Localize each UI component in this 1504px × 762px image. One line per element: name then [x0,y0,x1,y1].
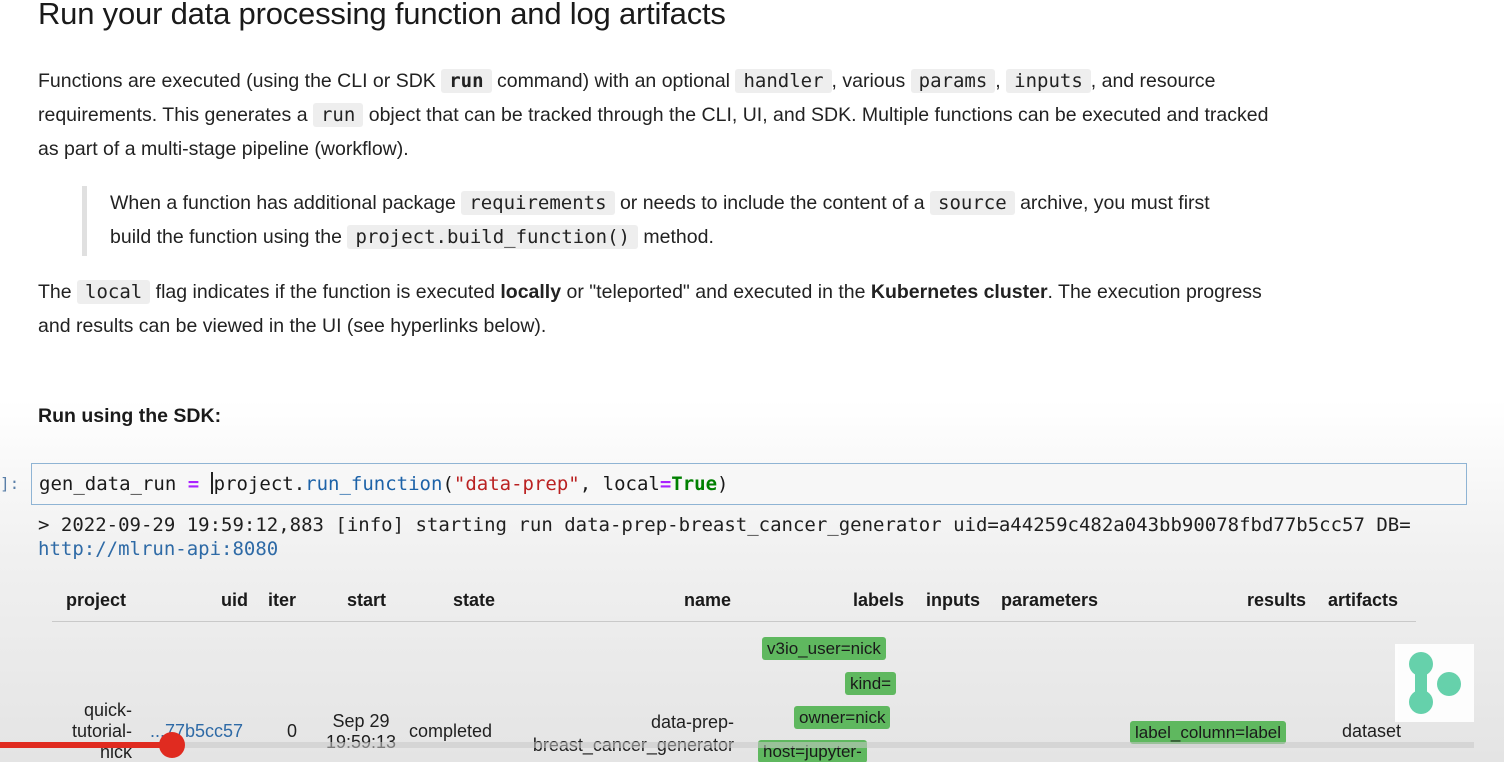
text: requirements. This generates a [38,104,308,126]
inline-code-local: local [77,280,151,304]
inline-code-handler: handler [735,69,832,93]
text: . The execution progress [1047,281,1262,303]
note-blockquote: When a function has additional package r… [82,186,1382,256]
inline-code-run: run [312,103,364,127]
text: or needs to include the content of a [619,192,925,214]
text: When a function has additional package [110,192,456,214]
code-method: run_function [305,473,443,495]
local-flag-paragraph-line-1: The local flag indicates if the function… [38,275,1262,309]
intro-paragraph-line-3: as part of a multi-stage pipeline (workf… [38,138,409,160]
start-date: Sep 29 [332,711,390,731]
text: flag indicates if the function is execut… [155,281,495,303]
text: archive, you must first [1020,192,1210,214]
col-header-results: results [1247,590,1307,610]
bold-locally: locally [500,281,562,303]
project-line: quick- [83,700,132,720]
text: , and resource [1090,70,1216,92]
col-header-artifacts: artifacts [1328,590,1399,610]
code-paren: ) [717,473,729,495]
video-scrubber-handle[interactable] [159,732,185,758]
inline-code-run: run [441,69,492,93]
label-badge: owner=nick [794,706,891,729]
notebook-page: Run your data processing function and lo… [0,0,1504,762]
inline-code-requirements: requirements [461,191,615,215]
text: command) with an optional [496,70,731,92]
text: Functions are executed (using the CLI or… [38,70,436,92]
logo-icon [1409,652,1461,714]
col-header-name: name [684,590,732,610]
text: , [995,70,1001,92]
code-paren: ( [442,473,454,495]
inline-code-params: params [910,69,996,93]
label-badge: kind= [845,672,897,695]
channel-logo [1395,644,1474,722]
text: object that can be tracked through the C… [368,104,1269,126]
text: or "teleported" and executed in the [566,281,866,303]
name-line: data-prep- [650,712,734,732]
cell-iter: 0 [287,721,298,741]
inline-code-source: source [930,191,1015,215]
table-header-divider [52,621,1416,622]
cell-state: completed [409,721,493,741]
output-db-link[interactable]: http://mlrun-api:8080 [38,538,278,560]
col-header-parameters: parameters [1001,590,1099,610]
inline-code-build-function: project.build_function() [347,225,638,249]
col-header-inputs: inputs [926,590,980,610]
code-var: gen_data_run [39,473,177,495]
inline-code-inputs: inputs [1006,69,1091,93]
text: The [38,281,72,303]
output-log-line: > 2022-09-29 19:59:12,883 [info] startin… [38,514,1411,536]
code-operator: = [187,473,200,495]
code-string: "data-prep" [453,473,580,495]
local-flag-paragraph-line-2: and results can be viewed in the UI (see… [38,315,547,337]
code-text: , local [579,473,660,495]
code-object: project [213,473,294,495]
page-title: Run your data processing function and lo… [38,0,726,31]
bold-kubernetes-cluster: Kubernetes cluster [870,281,1048,303]
cell-artifacts: dataset [1342,721,1402,741]
col-header-state: state [453,590,496,610]
code-operator: = [659,473,672,495]
video-progress-fill [0,742,172,748]
intro-paragraph-line-1: Functions are executed (using the CLI or… [38,64,1215,98]
project-line: tutorial- [71,721,132,741]
text: , various [831,70,906,92]
col-header-labels: labels [853,590,905,610]
section-heading-sdk: Run using the SDK: [38,405,222,427]
label-badge: v3io_user=nick [762,637,886,660]
col-header-project: project [66,590,127,610]
text: build the function using the [110,226,343,248]
code-keyword: True [671,473,718,495]
note-line-1: When a function has additional package r… [110,186,1382,220]
video-progress-track[interactable] [0,742,1474,748]
intro-paragraph-line-2: requirements. This generates a run objec… [38,98,1268,132]
text: method. [643,226,714,248]
code-cell-input[interactable]: gen_data_run = project.run_function("dat… [31,463,1467,505]
col-header-iter: iter [268,590,297,610]
text-cursor [210,472,213,494]
cell-name: data-prep- breast_cancer_generator [500,711,734,757]
cell-project: quick- tutorial- nick [52,700,132,762]
note-line-2: build the function using the project.bui… [110,220,1382,254]
col-header-start: start [347,590,387,610]
col-header-uid: uid [221,590,248,610]
cell-prompt: ]: [0,474,20,493]
code-dot: . [293,473,306,495]
result-badge: label_column=label [1130,721,1287,744]
